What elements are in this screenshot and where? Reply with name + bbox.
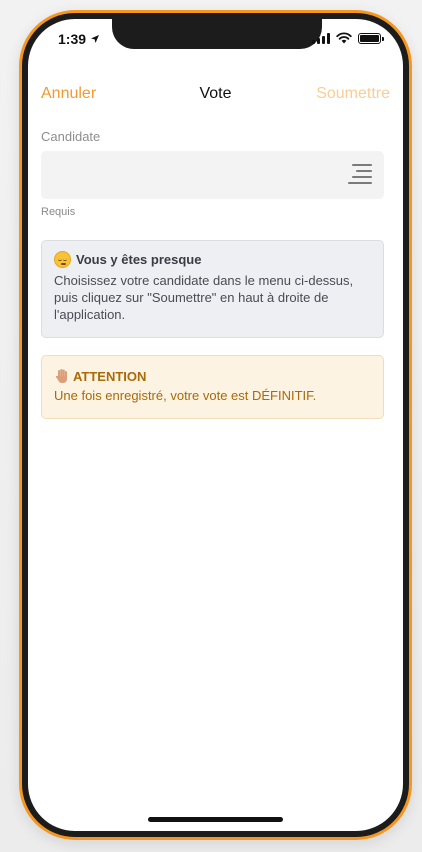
raised-hand-icon (55, 369, 67, 383)
screen: 1:39 Annuler Vote Soumettre Candidate Re… (28, 19, 403, 831)
phone-frame: 1:39 Annuler Vote Soumettre Candidate Re… (19, 10, 412, 840)
info-callout: Vous y êtes presque Choisissez votre can… (41, 240, 384, 338)
status-icons (312, 32, 384, 44)
info-callout-title: Vous y êtes presque (76, 252, 202, 267)
status-time-text: 1:39 (58, 31, 87, 47)
warning-callout: ATTENTION Une fois enregistré, votre vot… (41, 355, 384, 419)
candidate-select[interactable] (41, 151, 384, 199)
notch (112, 19, 322, 49)
menu-lines-icon[interactable] (348, 162, 372, 186)
info-callout-body: Choisissez votre candidate dans le menu … (54, 273, 354, 322)
warning-callout-title: ATTENTION (73, 368, 147, 384)
warning-callout-body: Une fois enregistré, votre vote est DÉFI… (54, 388, 317, 403)
signal-icon (312, 32, 330, 44)
wifi-icon (336, 32, 352, 44)
relieved-face-icon (54, 251, 71, 268)
candidate-label: Candidate (41, 129, 101, 144)
info-callout-title-row: Vous y êtes presque (54, 251, 371, 268)
home-indicator[interactable] (148, 817, 283, 822)
required-hint: Requis (41, 206, 76, 218)
navbar: Annuler Vote Soumettre (28, 81, 403, 109)
warning-callout-title-row: ATTENTION (54, 368, 371, 384)
submit-button[interactable]: Soumettre (316, 85, 390, 103)
battery-icon (358, 32, 384, 44)
location-arrow-icon (91, 35, 100, 43)
status-time: 1:39 (58, 31, 100, 47)
phone-bezel: 1:39 Annuler Vote Soumettre Candidate Re… (22, 13, 409, 837)
